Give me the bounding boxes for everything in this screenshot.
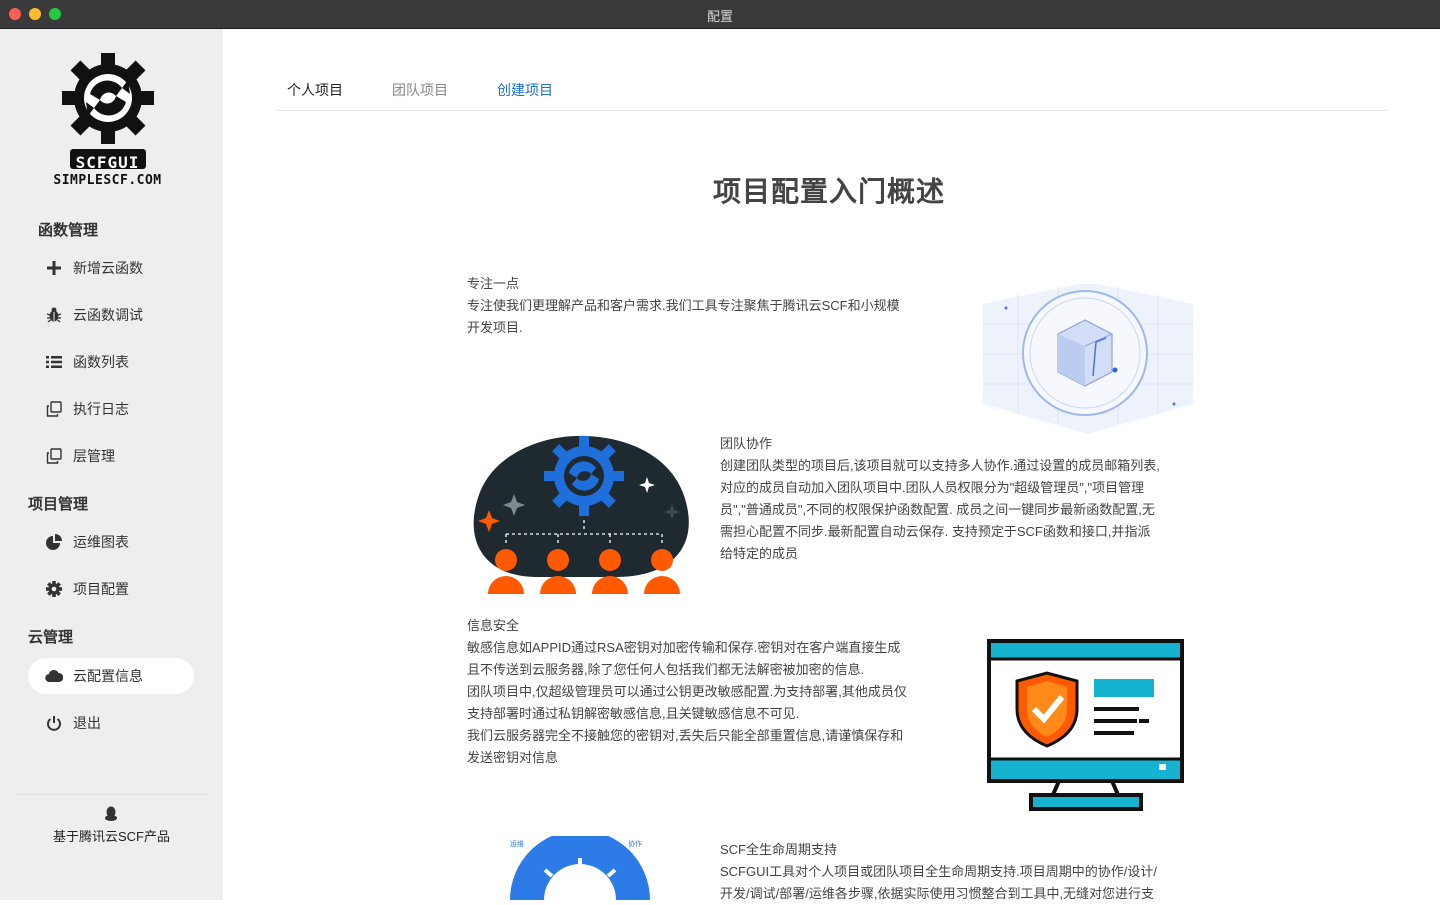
feature-line: 团队项目中,仅超级管理员可以通过公钥更改敏感配置.为支持部署,其他成员仅: [467, 684, 907, 699]
bug-icon: [45, 306, 63, 324]
secure-monitor-illustration: [987, 639, 1184, 811]
feature-title: SCF全生命周期支持: [720, 842, 838, 857]
feature-line: 开发项目.: [467, 320, 523, 335]
qq-penguin-icon: [105, 806, 117, 821]
sidebar-item-label: 运维图表: [73, 534, 129, 550]
feature-line: 发送密钥对信息: [467, 750, 559, 765]
sidebar-item-project-config[interactable]: 项目配置: [28, 571, 194, 607]
sidebar-item-ops-charts[interactable]: 运维图表: [28, 524, 194, 560]
window-title: 配置: [706, 9, 733, 24]
sidebar-item-logout[interactable]: 退出: [28, 705, 194, 741]
sidebar-item-label: 项目配置: [73, 581, 129, 597]
feature-line: 敏感信息如APPID通过RSA密钥对加密传输和保存.密钥对在客户端直接生成: [467, 640, 901, 655]
page-title: 项目配置入门概述: [713, 176, 946, 207]
lifecycle-label-ops: 运维: [510, 839, 524, 848]
list-icon: [45, 353, 63, 371]
lifecycle-label-collab: 协作: [628, 839, 642, 848]
sidebar-item-function-debug[interactable]: 云函数调试: [28, 297, 194, 333]
feature-block-lifecycle: SCF全生命周期支持 SCFGUI工具对个人项目或团队项目全生命周期支持.项目周…: [720, 839, 1200, 905]
sidebar: SCFGUI SIMPLESCF.COM 函数管理 新增云函数 云函数调试 函数…: [0, 29, 223, 900]
feature-block-focus: 专注一点 专注使我们更理解产品和客户需求.我们工具专注聚焦于腾讯云SCF和小规模…: [467, 273, 947, 339]
feature-line: 开发/调试/部署/运维各步骤,依据实际使用习惯整合到工具中,无缝对您进行支: [720, 886, 1155, 901]
scfgui-logo-icon: [62, 53, 154, 169]
sidebar-item-label: 新增云函数: [73, 260, 143, 276]
feature-line: 员","普通成员",不同的权限保护函数配置. 成员之间一键同步最新函数配置,无: [720, 502, 1155, 517]
sidebar-footer-text: 基于腾讯云SCF产品: [52, 829, 170, 844]
sidebar-item-cloud-config[interactable]: 云配置信息: [28, 658, 194, 694]
feature-line: 支持部署时通过私钥解密敏感信息,且关键敏感信息不可见.: [467, 706, 800, 721]
section-cloud-management: 云管理: [28, 629, 74, 646]
feature-title: 专注一点: [467, 276, 520, 291]
feature-line: 专注使我们更理解产品和客户需求.我们工具专注聚焦于腾讯云SCF和小规模: [467, 298, 900, 313]
copy-icon: [45, 447, 63, 465]
sidebar-item-label: 层管理: [73, 448, 115, 464]
power-icon: [45, 714, 63, 732]
lifecycle-illustration: 运维 协作: [510, 836, 650, 900]
sidebar-item-execution-log[interactable]: 执行日志: [28, 391, 194, 427]
feature-line: 且不传送到云服务器,除了您任何人包括我们都无法解密被加密的信息.: [467, 662, 865, 677]
tab-create-project[interactable]: 创建项目: [497, 80, 553, 100]
feature-line: 我们云服务器完全不接触您的密钥对,丢失后只能全部重置信息,请谨慎保存和: [467, 728, 904, 743]
feature-block-team: 团队协作 创建团队类型的项目后,该项目就可以支持多人协作.通过设置的成员邮箱列表…: [720, 433, 1200, 565]
cube-sphere-illustration: [983, 284, 1193, 434]
section-function-management: 函数管理: [38, 222, 99, 239]
sidebar-item-new-function[interactable]: 新增云函数: [28, 250, 194, 286]
sidebar-item-label: 云配置信息: [73, 668, 143, 684]
sidebar-item-label: 函数列表: [73, 354, 129, 370]
feature-line: 给特定的成员: [720, 546, 799, 561]
sidebar-item-label: 退出: [73, 715, 101, 731]
feature-title: 团队协作: [720, 436, 773, 451]
feature-title: 信息安全: [467, 618, 520, 633]
section-project-management: 项目管理: [28, 496, 89, 513]
sidebar-divider: [16, 794, 208, 795]
feature-block-security: 信息安全 敏感信息如APPID通过RSA密钥对加密传输和保存.密钥对在客户端直接…: [467, 615, 947, 769]
feature-line: 对应的成员自动加入团队项目中.团队人员权限分为"超级管理员","项目管理: [720, 480, 1145, 495]
tab-team-projects[interactable]: 团队项目: [392, 80, 448, 100]
gear-icon: [45, 580, 63, 598]
tab-personal-projects[interactable]: 个人项目: [287, 80, 343, 100]
project-tabs: 个人项目 团队项目 创建项目: [277, 70, 1387, 111]
logo-title: SCFGUI: [75, 153, 140, 172]
copy-icon: [45, 400, 63, 418]
sidebar-item-layer-management[interactable]: 层管理: [28, 438, 194, 474]
team-collaboration-illustration: [473, 435, 689, 594]
sidebar-item-function-list[interactable]: 函数列表: [28, 344, 194, 380]
sidebar-item-label: 云函数调试: [73, 307, 143, 323]
pie-chart-icon: [45, 533, 63, 551]
feature-line: SCFGUI工具对个人项目或团队项目全生命周期支持.项目周期中的协作/设计/: [720, 864, 1157, 879]
logo-subtitle: SIMPLESCF.COM: [53, 173, 162, 188]
sidebar-item-label: 执行日志: [73, 401, 129, 417]
feature-line: 需担心配置不同步.最新配置自动云保存. 支持预定于SCF函数和接口,并指派: [720, 524, 1151, 539]
plus-icon: [45, 259, 63, 277]
window-titlebar: 配置: [0, 0, 1440, 29]
cloud-icon: [45, 667, 63, 685]
feature-line: 创建团队类型的项目后,该项目就可以支持多人协作.通过设置的成员邮箱列表,: [720, 458, 1160, 473]
